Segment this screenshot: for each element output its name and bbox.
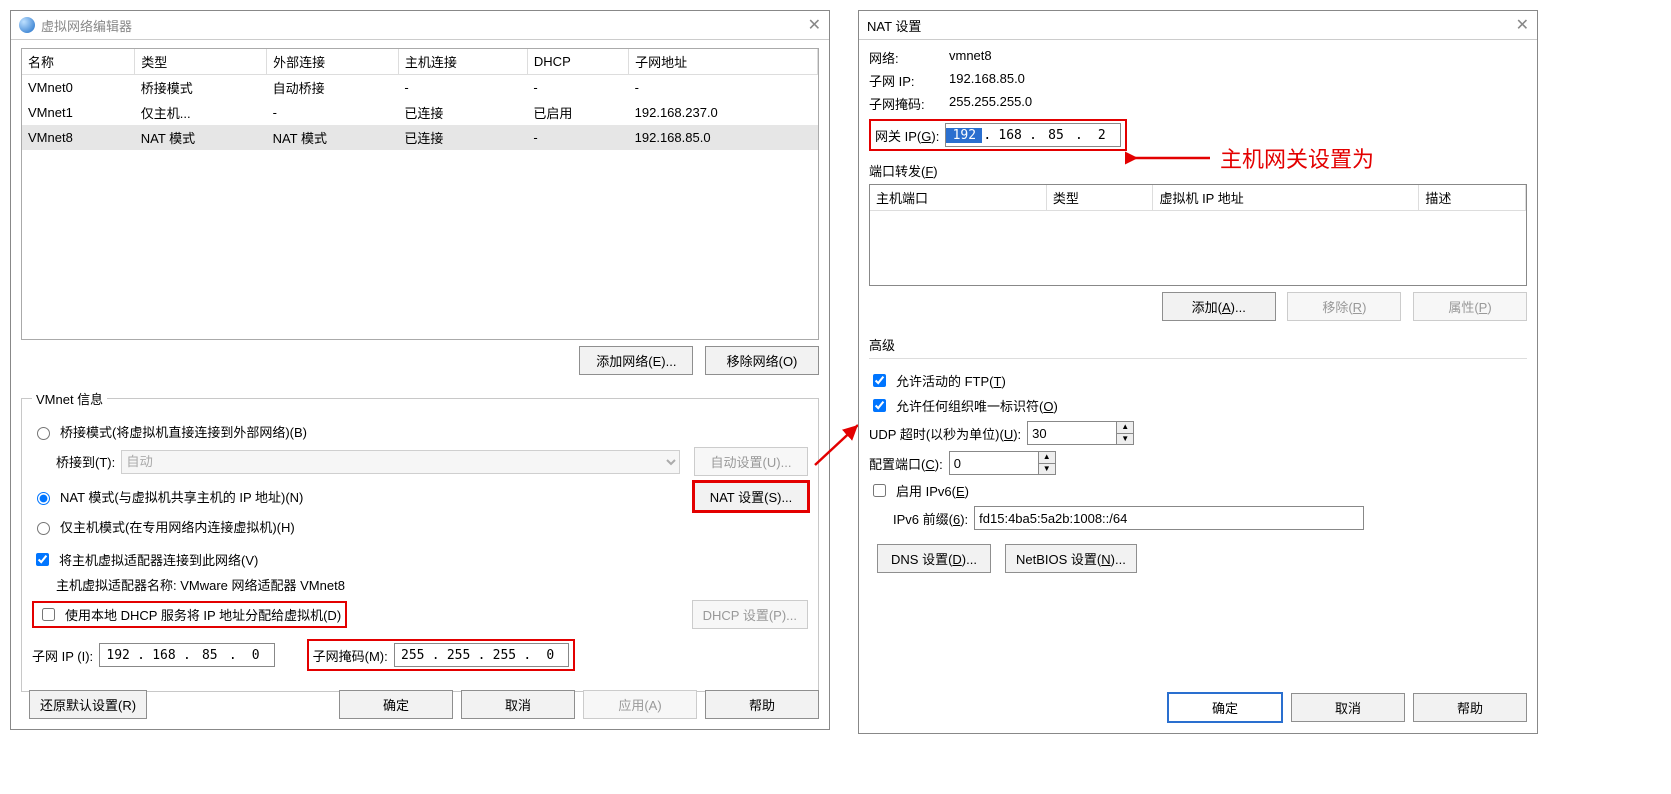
spin-down-icon[interactable]: ▼	[1039, 464, 1055, 475]
subnet-ip-value: 192.168.85.0	[949, 71, 1527, 90]
cancel-button[interactable]: 取消	[1291, 693, 1405, 722]
cancel-button[interactable]: 取消	[461, 690, 575, 719]
table-header[interactable]: 虚拟机 IP 地址	[1153, 185, 1419, 211]
globe-icon	[19, 17, 35, 33]
virtual-network-editor-dialog: 虚拟网络编辑器 ✕ 名称类型外部连接主机连接DHCP子网地址 VMnet0桥接模…	[10, 10, 830, 730]
bridge-mode-label: 桥接模式(将虚拟机直接连接到外部网络)(B)	[60, 422, 307, 441]
subnet-mask-value: 255.255.255.0	[949, 94, 1527, 113]
close-icon[interactable]: ✕	[1516, 15, 1529, 35]
nat-mode-label: NAT 模式(与虚拟机共享主机的 IP 地址)(N)	[60, 487, 303, 506]
table-header[interactable]: 描述	[1419, 185, 1526, 211]
config-port-label: 配置端口(C):	[869, 454, 943, 473]
spin-up-icon[interactable]: ▲	[1039, 452, 1055, 464]
bridge-mode-radio[interactable]	[37, 427, 50, 440]
dns-settings-button[interactable]: DNS 设置(D)...	[877, 544, 991, 573]
table-row[interactable]: VMnet8NAT 模式NAT 模式已连接-192.168.85.0	[22, 125, 818, 150]
allow-active-ftp-label: 允许活动的 FTP(T)	[896, 371, 1006, 390]
subnet-mask-label: 子网掩码:	[869, 94, 949, 113]
table-header[interactable]: 类型	[135, 49, 267, 75]
add-port-button[interactable]: 添加(A)...	[1162, 292, 1276, 321]
ipv6-prefix-input[interactable]	[974, 506, 1364, 530]
dhcp-checkbox[interactable]	[42, 608, 55, 621]
dhcp-settings-button: DHCP 设置(P)...	[692, 600, 808, 629]
allow-active-ftp-checkbox[interactable]	[873, 374, 886, 387]
titlebar: 虚拟网络编辑器 ✕	[11, 11, 829, 40]
port-forwarding-label: 端口转发(F)	[869, 161, 1527, 180]
help-button[interactable]: 帮助	[1413, 693, 1527, 722]
enable-ipv6-label: 启用 IPv6(E)	[896, 481, 969, 500]
hostonly-mode-label: 仅主机模式(在专用网络内连接虚拟机)(H)	[60, 517, 295, 536]
table-header[interactable]: 名称	[22, 49, 135, 75]
gateway-ip-input[interactable]: . . .	[945, 123, 1120, 147]
vmnet-info-legend: VMnet 信息	[32, 389, 107, 408]
netbios-settings-button[interactable]: NetBIOS 设置(N)...	[1005, 544, 1137, 573]
help-button[interactable]: 帮助	[705, 690, 819, 719]
close-icon[interactable]: ✕	[808, 15, 821, 35]
add-network-button[interactable]: 添加网络(E)...	[579, 346, 693, 375]
allow-any-oui-checkbox[interactable]	[873, 399, 886, 412]
nat-settings-dialog: NAT 设置 ✕ 网络: vmnet8 子网 IP: 192.168.85.0 …	[858, 10, 1538, 734]
table-header[interactable]: 子网地址	[629, 49, 818, 75]
subnet-mask-label: 子网掩码(M):	[313, 646, 388, 665]
table-header[interactable]: DHCP	[527, 49, 628, 75]
dialog-title: NAT 设置	[867, 16, 1516, 35]
remove-network-button[interactable]: 移除网络(O)	[705, 346, 819, 375]
table-header[interactable]: 外部连接	[267, 49, 399, 75]
network-label: 网络:	[869, 48, 949, 67]
subnet-mask-input[interactable]: . . .	[394, 643, 569, 667]
udp-timeout-input[interactable]: ▲▼	[1027, 421, 1134, 445]
bridge-to-select: 自动	[121, 450, 680, 474]
gateway-ip-label: 网关 IP(G):	[875, 126, 939, 145]
table-header[interactable]: 主机连接	[398, 49, 527, 75]
allow-any-oui-label: 允许任何组织唯一标识符(O)	[896, 396, 1058, 415]
connect-adapter-checkbox[interactable]	[36, 553, 49, 566]
vmnet-info-group: VMnet 信息 桥接模式(将虚拟机直接连接到外部网络)(B) 桥接到(T): …	[21, 389, 819, 692]
subnet-ip-label: 子网 IP (I):	[32, 646, 93, 665]
config-port-input[interactable]: ▲▼	[949, 451, 1056, 475]
subnet-ip-label: 子网 IP:	[869, 71, 949, 90]
annotation-text: 主机网关设置为	[1220, 142, 1374, 174]
port-forwarding-table[interactable]: 主机端口类型虚拟机 IP 地址描述	[869, 184, 1527, 286]
enable-ipv6-checkbox[interactable]	[873, 484, 886, 497]
nat-settings-button[interactable]: NAT 设置(S)...	[694, 482, 808, 511]
spin-down-icon[interactable]: ▼	[1117, 434, 1133, 445]
table-header[interactable]: 主机端口	[870, 185, 1046, 211]
dialog-title: 虚拟网络编辑器	[41, 16, 808, 35]
advanced-label: 高级	[869, 335, 1527, 354]
bridge-to-label: 桥接到(T):	[56, 452, 115, 471]
auto-settings-button: 自动设置(U)...	[694, 447, 808, 476]
apply-button: 应用(A)	[583, 690, 697, 719]
nat-mode-radio[interactable]	[37, 492, 50, 505]
ok-button[interactable]: 确定	[339, 690, 453, 719]
hostonly-mode-radio[interactable]	[37, 522, 50, 535]
table-row[interactable]: VMnet0桥接模式自动桥接---	[22, 75, 818, 101]
network-table[interactable]: 名称类型外部连接主机连接DHCP子网地址 VMnet0桥接模式自动桥接---VM…	[21, 48, 819, 340]
connect-adapter-label: 将主机虚拟适配器连接到此网络(V)	[59, 550, 258, 569]
titlebar: NAT 设置 ✕	[859, 11, 1537, 40]
network-value: vmnet8	[949, 48, 1527, 67]
restore-defaults-button[interactable]: 还原默认设置(R)	[29, 690, 147, 719]
adapter-name-label: 主机虚拟适配器名称: VMware 网络适配器 VMnet8	[56, 575, 345, 594]
ok-button[interactable]: 确定	[1167, 692, 1283, 723]
remove-port-button: 移除(R)	[1287, 292, 1401, 321]
dhcp-label: 使用本地 DHCP 服务将 IP 地址分配给虚拟机(D)	[65, 605, 341, 624]
udp-timeout-label: UDP 超时(以秒为单位)(U):	[869, 424, 1021, 443]
table-header[interactable]: 类型	[1046, 185, 1153, 211]
table-row[interactable]: VMnet1仅主机...-已连接已启用192.168.237.0	[22, 100, 818, 125]
spin-up-icon[interactable]: ▲	[1117, 422, 1133, 434]
port-properties-button: 属性(P)	[1413, 292, 1527, 321]
subnet-ip-input[interactable]: . . .	[99, 643, 274, 667]
ipv6-prefix-label: IPv6 前缀(6):	[893, 509, 968, 528]
